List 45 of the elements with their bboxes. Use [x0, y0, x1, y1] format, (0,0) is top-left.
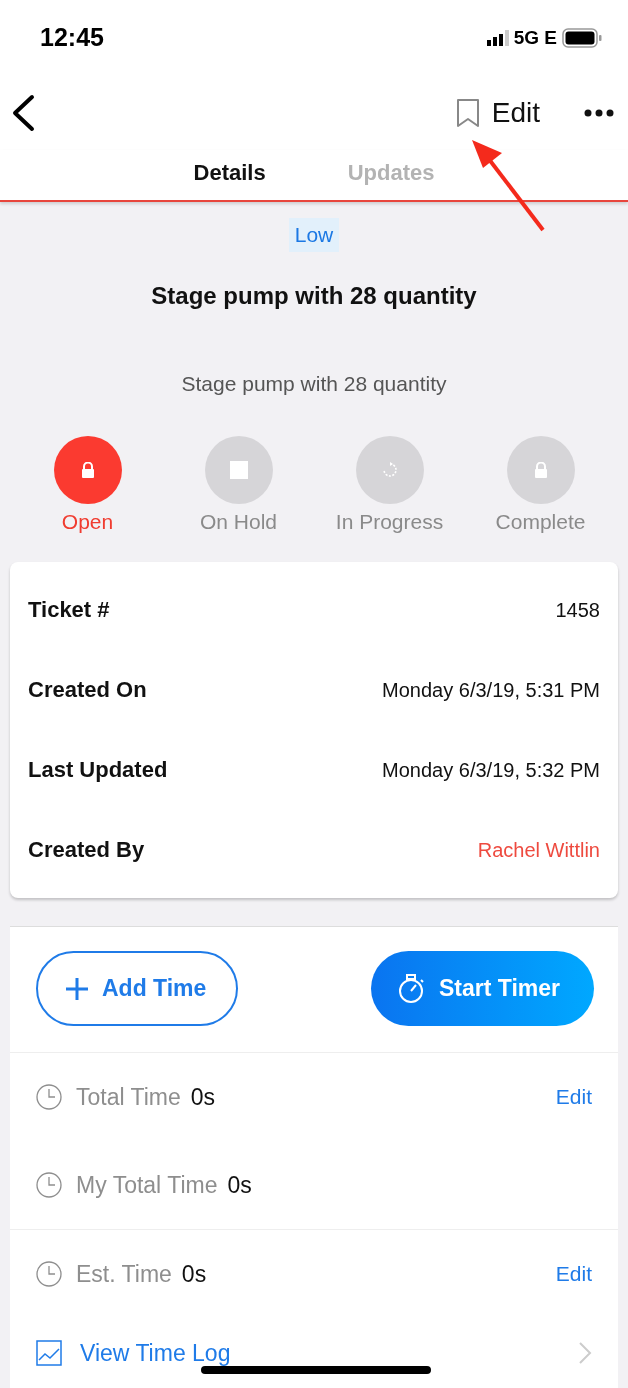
start-timer-button[interactable]: Start Timer	[371, 951, 594, 1026]
edit-link[interactable]: Edit	[555, 1085, 592, 1109]
network-label: 5G E	[513, 26, 557, 49]
more-icon[interactable]	[584, 108, 614, 117]
detail-value: 1458	[555, 598, 600, 622]
status-time: 12:45	[40, 23, 104, 52]
clock-icon	[36, 1084, 62, 1110]
refresh-icon	[381, 462, 398, 478]
time-label: Est. Time	[76, 1260, 172, 1288]
bookmark-icon[interactable]	[455, 97, 480, 128]
signal-icon	[486, 29, 509, 46]
detail-label: Created On	[28, 677, 147, 703]
time-label: Total Time	[76, 1083, 181, 1111]
status-option[interactable]: On Hold	[163, 436, 314, 534]
tab[interactable]: Details	[193, 150, 266, 186]
detail-value: Monday 6/3/19, 5:32 PM	[382, 758, 600, 782]
add-time-button[interactable]: Add Time	[36, 951, 238, 1026]
ticket-description: Stage pump with 28 quantity	[180, 372, 448, 396]
edit-button[interactable]: Edit	[491, 96, 540, 129]
time-log-link[interactable]: View Time Log	[80, 1339, 231, 1367]
plus-icon	[64, 975, 90, 1002]
ticket-title: Stage pump with 28 quantity	[150, 282, 478, 310]
stop-icon	[229, 461, 248, 479]
priority-badge: Low	[288, 218, 340, 252]
back-icon[interactable]	[10, 93, 36, 132]
edit-link[interactable]: Edit	[555, 1262, 592, 1286]
detail-value: Monday 6/3/19, 5:31 PM	[382, 678, 600, 702]
lock-icon	[533, 462, 548, 478]
status-option[interactable]: Complete	[465, 436, 616, 534]
detail-label: Last Updated	[28, 757, 168, 783]
time-value: 0s	[181, 1260, 207, 1288]
time-label: My Total Time	[76, 1171, 218, 1199]
chart-icon	[36, 1340, 62, 1366]
clock-icon	[36, 1261, 62, 1287]
time-value: 0s	[227, 1171, 252, 1199]
clock-icon	[36, 1172, 62, 1198]
battery-icon	[562, 27, 602, 48]
detail-label: Created By	[28, 837, 145, 863]
tab[interactable]: Updates	[347, 150, 435, 186]
detail-label: Ticket #	[28, 597, 110, 623]
status-option[interactable]: Open	[12, 436, 163, 534]
creator-link[interactable]: Rachel Wittlin	[477, 838, 600, 862]
lock-icon	[80, 462, 95, 478]
status-option[interactable]: In Progress	[314, 436, 465, 534]
time-value: 0s	[190, 1083, 216, 1111]
